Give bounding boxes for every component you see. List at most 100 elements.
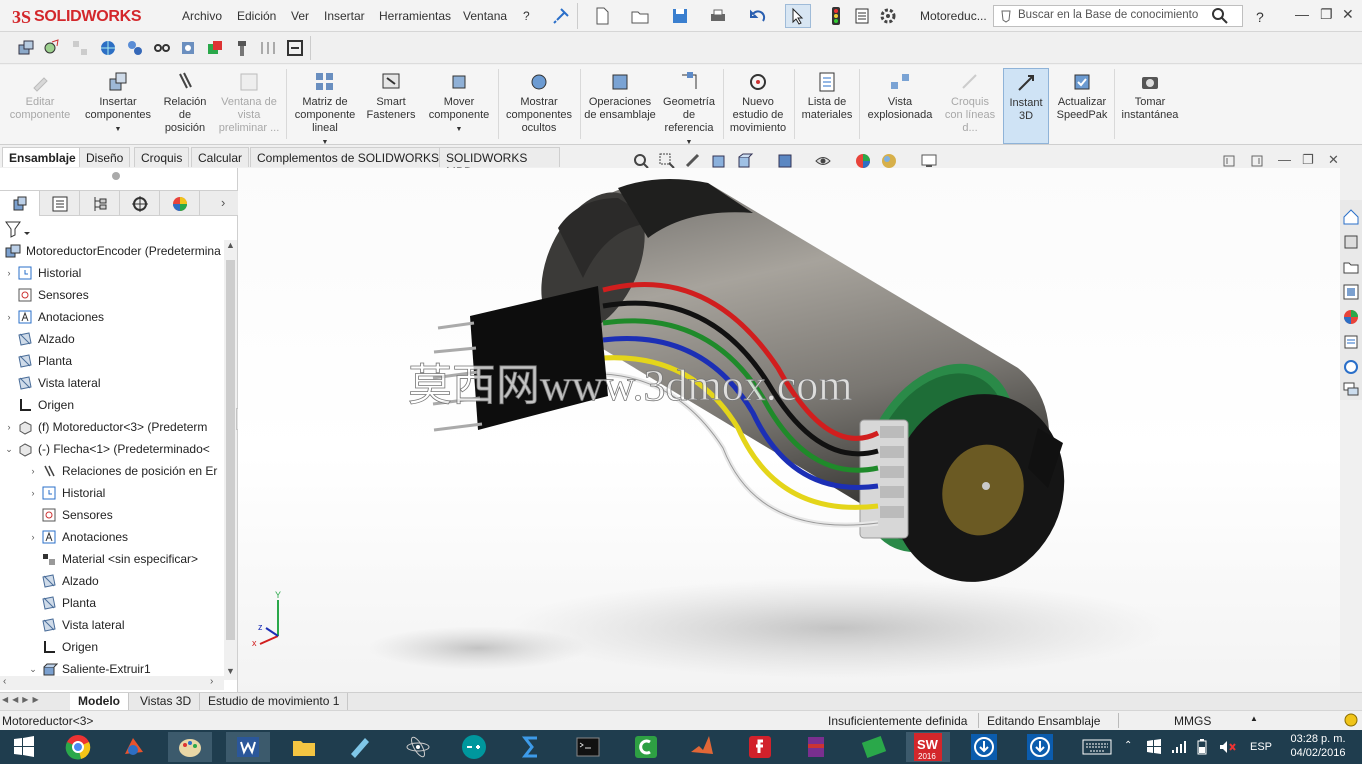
menu-archivo[interactable]: Archivo xyxy=(182,9,222,23)
restore-button[interactable]: ❐ xyxy=(1320,6,1333,23)
tab-complementos[interactable]: Complementos de SOLIDWORKS xyxy=(250,147,447,167)
menu-ventana[interactable]: Ventana xyxy=(463,9,507,23)
taskbar-file-explorer[interactable] xyxy=(282,732,326,762)
options-gear-icon[interactable] xyxy=(878,6,898,26)
chain-icon[interactable] xyxy=(152,38,172,58)
menu-herramientas[interactable]: Herramientas xyxy=(379,9,451,23)
print-icon[interactable] xyxy=(708,6,728,26)
rebuild-status-icon[interactable] xyxy=(1344,713,1358,727)
expand-arrow-icon[interactable]: ⌄ xyxy=(4,444,14,455)
taskbar-app-14[interactable] xyxy=(794,732,838,762)
assembly-features-button[interactable]: Operaciones de ensamblaje xyxy=(584,68,656,122)
motion-study-button[interactable]: Nuevo estudio de movimiento xyxy=(726,68,790,135)
viewport-restore-button[interactable]: ❐ xyxy=(1302,152,1314,168)
solidworks-resources-icon[interactable] xyxy=(1342,358,1360,376)
tree-node[interactable]: › Anotaciones xyxy=(4,306,105,328)
help-button[interactable]: ? xyxy=(1256,9,1264,25)
linear-pattern-button[interactable]: Matriz de componente lineal ▼ xyxy=(290,68,360,149)
taskbar-app-7[interactable] xyxy=(396,732,440,762)
clock[interactable]: 03:28 p. m. 04/02/2016 xyxy=(1282,733,1354,763)
scroll-left-arrow[interactable]: ‹ xyxy=(3,676,6,687)
insert-components-button[interactable]: Insertar componentes ▼ xyxy=(82,68,154,136)
pin-icon[interactable] xyxy=(551,6,571,26)
tree-node[interactable]: ⌄ (-) Flecha<1> (Predeterminado< xyxy=(4,438,210,460)
bolt-icon[interactable] xyxy=(232,38,252,58)
tree-node[interactable]: › (f) Motoreductor<3> (Predeterm xyxy=(4,416,207,438)
check-interference-icon[interactable] xyxy=(42,38,62,58)
menu-ver[interactable]: Ver xyxy=(291,9,309,23)
show-hidden-icons-chevron[interactable]: ⌃ xyxy=(1124,740,1132,751)
start-button[interactable] xyxy=(2,732,46,762)
tab-configurationmanager[interactable] xyxy=(80,191,120,216)
bom-button[interactable]: Lista de materiales xyxy=(798,68,856,122)
speedpak-button[interactable]: Actualizar SpeedPak xyxy=(1052,68,1112,122)
solidworks-logo[interactable]: 3S SOLIDWORKS xyxy=(12,6,142,28)
home-icon[interactable] xyxy=(1342,208,1360,226)
search-icon[interactable] xyxy=(1210,6,1230,26)
panel-tabs-more-arrow[interactable]: › xyxy=(221,195,225,210)
filter-icon[interactable] xyxy=(4,220,34,238)
tree-node[interactable]: Alzado xyxy=(4,328,75,350)
scroll-up-arrow[interactable]: ▲ xyxy=(226,240,235,250)
minimize-button[interactable]: — xyxy=(1295,6,1309,22)
scroll-right-arrow[interactable]: › xyxy=(210,676,213,687)
globe-icon[interactable] xyxy=(98,38,118,58)
expand-arrow-icon[interactable]: › xyxy=(4,312,14,322)
viewport-minimize-button[interactable]: — xyxy=(1278,152,1291,167)
expand-arrow-icon[interactable]: › xyxy=(28,466,38,476)
tree-node[interactable]: › Historial xyxy=(4,262,82,284)
select-cursor-icon[interactable] xyxy=(788,6,808,26)
tree-root-assembly[interactable]: MotoreductorEncoder (Predetermina xyxy=(4,240,221,262)
taskbar-app-2[interactable] xyxy=(112,732,156,762)
smart-fasteners-button[interactable]: Smart Fasteners xyxy=(362,68,420,122)
preview-window-button[interactable]: Ventana de vista preliminar ... xyxy=(216,68,282,135)
show-hidden-button[interactable]: Mostrar componentes ocultos xyxy=(502,68,576,135)
tab-diseno[interactable]: Diseño xyxy=(79,147,131,167)
graphics-area[interactable]: 莫西网www.3dmox.com Y x z xyxy=(238,168,1340,692)
taskbar-matlab[interactable] xyxy=(680,732,724,762)
scroll-thumb[interactable] xyxy=(226,260,235,640)
tree-node[interactable]: Origen xyxy=(4,394,74,416)
open-folder-icon[interactable] xyxy=(630,6,650,26)
clearance-icon[interactable] xyxy=(70,38,90,58)
panel-grip[interactable] xyxy=(112,172,120,180)
taskbar-app-6[interactable] xyxy=(338,732,382,762)
taskbar-chrome[interactable] xyxy=(56,732,100,762)
taskbar-download-1[interactable] xyxy=(962,732,1006,762)
wifi-signal-icon[interactable] xyxy=(1170,739,1186,755)
custom-properties-icon[interactable] xyxy=(1342,333,1360,351)
tab-modelo[interactable]: Modelo xyxy=(70,693,129,710)
scroll-down-arrow[interactable]: ▼ xyxy=(226,666,235,676)
color-cube-icon[interactable] xyxy=(205,38,225,58)
viewport-close-button[interactable]: ✕ xyxy=(1328,152,1339,168)
measure-icon[interactable] xyxy=(285,38,305,58)
taskbar-app-13[interactable] xyxy=(738,732,782,762)
tree-node[interactable]: › Historial xyxy=(28,482,106,504)
file-explorer-icon[interactable] xyxy=(1342,258,1360,276)
menu-edicion[interactable]: Edición xyxy=(237,9,276,23)
input-language[interactable]: ESP xyxy=(1250,741,1272,753)
tree-node[interactable]: Sensores xyxy=(4,284,89,306)
tab-solidworks-mbd[interactable]: SOLIDWORKS MBD xyxy=(439,147,560,179)
tab-estudio-movimiento[interactable]: Estudio de movimiento 1 xyxy=(200,693,349,710)
taskbar-fritzing[interactable] xyxy=(852,732,896,762)
tab-croquis[interactable]: Croquis xyxy=(134,147,190,167)
tree-horizontal-scrollbar[interactable]: ‹ › xyxy=(0,676,224,690)
taskbar-app-9[interactable] xyxy=(510,732,554,762)
taskbar-camtasia[interactable] xyxy=(624,732,668,762)
expand-arrow-icon[interactable]: › xyxy=(4,422,14,432)
rebuild-traffic-light-icon[interactable] xyxy=(826,6,846,26)
tree-node[interactable]: Sensores xyxy=(28,504,113,526)
tab-dimxpert[interactable] xyxy=(120,191,160,216)
collapse-right-icon[interactable] xyxy=(1250,154,1264,168)
appearances-icon[interactable] xyxy=(1342,308,1360,326)
undo-icon[interactable] xyxy=(748,6,768,26)
close-button[interactable]: ✕ xyxy=(1342,6,1354,23)
view-palette-icon[interactable] xyxy=(1342,283,1360,301)
taskbar-solidworks[interactable]: SW 2016 xyxy=(906,732,950,762)
tab-nav-arrows[interactable]: ◀◀▶▶ xyxy=(2,695,66,708)
move-component-button[interactable]: Mover componente ▼ xyxy=(424,68,494,136)
tree-node[interactable]: › Anotaciones xyxy=(28,526,129,548)
tab-displaymanager[interactable] xyxy=(160,191,200,216)
assembly-icon[interactable] xyxy=(16,38,36,58)
